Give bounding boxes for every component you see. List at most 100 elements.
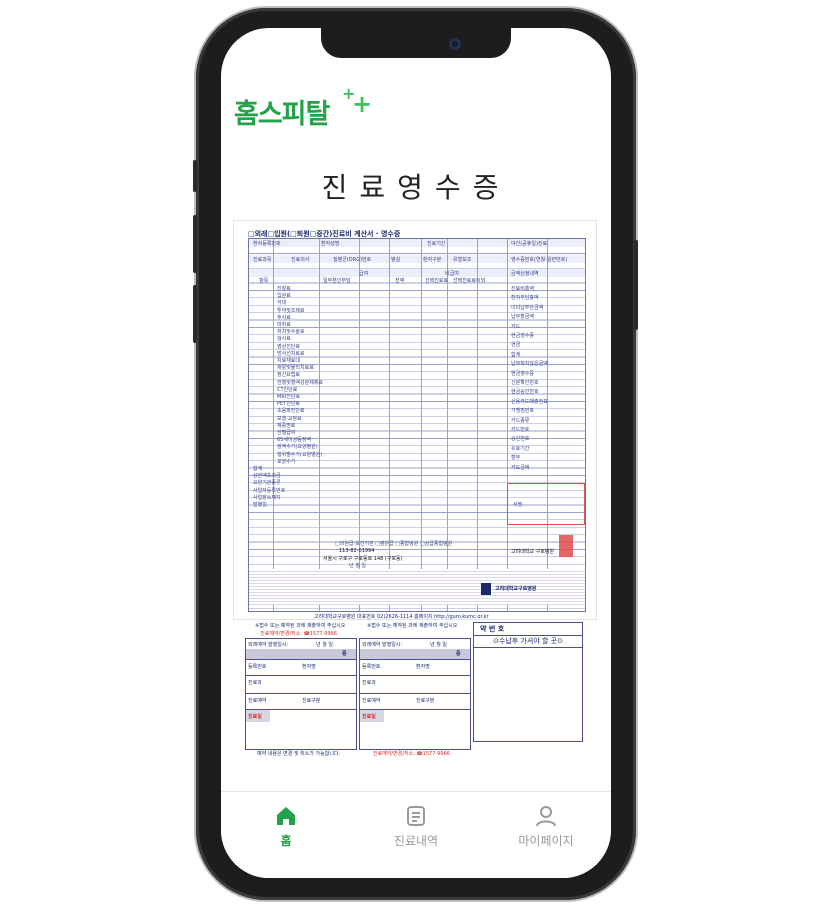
phone-volume-down-button (193, 285, 197, 343)
field-label: 환자등록번호 (253, 241, 281, 247)
receipt-item-label: 치료재료대 (277, 358, 301, 364)
slip-issue-label: 외래예약 발행일시: (248, 642, 289, 648)
receipt-right-label: 납부하지않은금액 (511, 361, 548, 368)
receipt-item-label: 제증명료 (277, 422, 296, 429)
slip-field: 등록번호 (362, 664, 381, 670)
receipt-right-label: 카드번호 (511, 427, 530, 433)
receipt-right-label: 환자부담총액 (511, 295, 539, 302)
receipt-item-label: 합계 (253, 466, 263, 472)
receipt-item-label: 포괄수가 (277, 458, 296, 465)
appointment-slip: 외래예약 발행일시: 년 월 일 증 등록번호 환자명 진료과 진료예약 진료구… (245, 638, 357, 750)
tab-mypage[interactable]: 마이페이지 (481, 792, 611, 862)
receipt-item-label: 식대 (277, 300, 287, 307)
phone-volume-up-button (193, 215, 197, 273)
receipt-item-label: 재활및물리치료료 (277, 365, 314, 372)
receipt-right-label: 현금영수증 (511, 333, 535, 339)
slip-phone: · 진료예약/변경/취소: ☎1577-9966 (257, 631, 338, 637)
receipt-right-label: 납부할금액 (511, 314, 535, 321)
receipt-right-label: 현금영수증 (511, 370, 535, 377)
receipt-item-label: MRI진단료 (277, 394, 301, 400)
appointment-slip: 외래예약 발행일시: 년 월 일 증 등록번호 환자명 진료과 진료예약 진료구… (359, 638, 471, 750)
receipt-item-label: 발행일 (253, 502, 267, 508)
hospital-name: 고려대학교 구로병원 (511, 549, 554, 555)
official-seal (559, 535, 573, 557)
receipt-right-label: 진료비총액 (511, 286, 535, 292)
issue-date: 년 월 일 (349, 563, 366, 569)
notch (321, 28, 511, 58)
slip-field: 진료구분 (416, 698, 435, 704)
receipt-item-label: 검사료 (277, 336, 291, 343)
receipt-item-label: 상한액초과금 (253, 473, 281, 480)
receipt-item-label: 정신요법료 (277, 372, 301, 379)
field-label: 환자성명 (321, 241, 340, 247)
slip-footer: 진료예약/변경/취소: ☎1577-9966 (373, 751, 450, 757)
field-label: 야간(공휴일)진료 (511, 241, 548, 247)
pharmacy-box: 약 번 호 ⊙수납후 가셔야 할 곳⊙ (473, 622, 583, 742)
slip-field: 등록번호 (248, 664, 267, 670)
receipt-item-label: PET진단료 (277, 401, 301, 408)
col-group-label: 급여 (359, 271, 369, 277)
receipt-right-label: 신분확인번호 (511, 380, 539, 386)
receipt-item-label: 보철·교정료 (277, 415, 302, 422)
col-group-label: 비급여 (445, 271, 459, 277)
receipt-item-label: 초음파진단료 (277, 408, 305, 415)
slip-badge: 증 (456, 651, 461, 657)
col-group-label: 항목 (259, 278, 269, 284)
slip-issue-date: 년 월 일 (316, 642, 333, 648)
tab-home-label: 홈 (280, 834, 292, 848)
home-icon (277, 807, 295, 825)
receipt-right-label: 현금 (511, 342, 521, 349)
receipt-right-label: 이미납부한금액 (511, 304, 544, 311)
slip-notice: ※접수 또는 예약된 과에 제출하여 주십시오 (255, 623, 346, 629)
sub-col-label: 전액 (395, 278, 405, 284)
receipt-item-label: CT진단료 (277, 386, 298, 393)
receipt-right-label: 신용카드매출전표 (511, 398, 548, 405)
business-number: 113-82-01994 (339, 548, 375, 554)
receipt-footer: 고려대학교구로병원 대표번호 02)2626-1114 홈페이지 http://… (314, 614, 489, 620)
slip-field: 진료과 (362, 680, 376, 686)
slip-date-label: 진료일 (362, 714, 376, 720)
phone-mute-switch (193, 160, 197, 192)
field-label: 진료의사 (291, 257, 310, 263)
hospital-address: 서울시 구로구 구로동로 148 (구로동) (323, 556, 403, 562)
receipt-item-label: 요양기관종류 (253, 480, 281, 487)
logo-text: 홈스피탈 (234, 99, 330, 130)
sub-col-label: 선택진료료 (425, 278, 449, 284)
phone-power-button (634, 240, 638, 330)
signature-label: 서명 (513, 502, 523, 508)
receipt-item-label: 투약및조제료 (277, 307, 305, 314)
receipt-item-label: 행위별수가(요양병원) (277, 451, 323, 458)
slip-issue-label: 외래예약 발행일시: (362, 642, 403, 648)
tab-history[interactable]: 진료내역 (351, 792, 481, 862)
field-label: 환자구분 (423, 257, 442, 263)
receipt-item-label: 입원료 (277, 293, 291, 300)
slip-badge: 증 (342, 651, 347, 657)
field-label: 진료과목 (253, 257, 272, 263)
receipt-grid: 환자등록번호 환자성명 진료기간 야간(공휴일)진료 진료과목 진료의사 질병군… (248, 238, 586, 612)
slip-field: 진료예약 (362, 698, 381, 704)
receipt-right-label: 유효기간 (511, 445, 530, 452)
receipt-right-label: 승인번호 (511, 436, 530, 443)
bottom-tab-bar: 홈 진료내역 마이페이지 (221, 791, 611, 878)
receipt-item-label: 진찰료 (277, 286, 291, 292)
receipt-item-label: 정액수가(요양병원) (277, 444, 318, 451)
hospital-emblem-icon (481, 583, 491, 595)
tab-history-label: 진료내역 (393, 834, 439, 848)
field-label: 진료기간 (427, 241, 446, 247)
field-label: 질병군(DRG)번호 (333, 257, 372, 263)
logo-plus-large-icon: + (352, 90, 373, 118)
receipt-right-label: 합계 (511, 351, 521, 358)
page-title: 진료영수증 (321, 171, 511, 204)
user-icon (536, 806, 556, 827)
tab-mypage-label: 마이페이지 (518, 834, 574, 848)
receipt-item-label: 주사료 (277, 314, 291, 321)
receipt-right-label: 현금승인번호 (511, 389, 539, 396)
field-label: 유형보조 (453, 257, 472, 263)
field-label: 병실 (391, 257, 401, 263)
app-logo[interactable]: 홈스피탈 + + (234, 84, 372, 132)
phone-screen: 홈스피탈 + + 진료영수증 □외래□입원(□퇴원□중간)진료비 계산서 · 영… (221, 28, 611, 878)
sub-col-label: 선택진료료이외 (453, 278, 486, 284)
slip-field: 환자명 (416, 664, 430, 670)
tab-home[interactable]: 홈 (221, 792, 351, 862)
field-label: 영수증번호(연월-일련번호) (511, 257, 568, 263)
